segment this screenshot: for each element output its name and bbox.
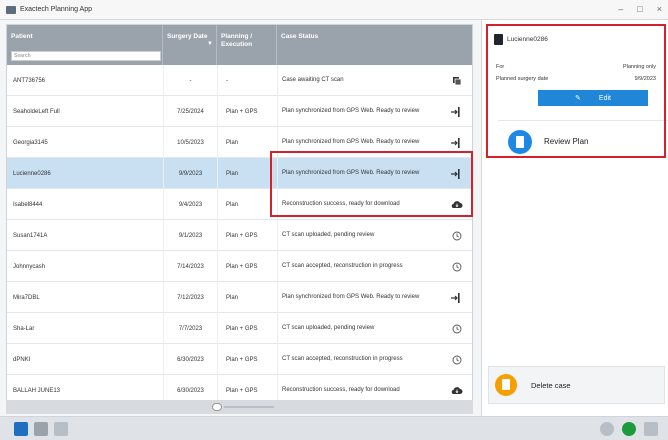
horizontal-scrollbar[interactable]	[6, 400, 473, 414]
clock-icon[interactable]	[443, 344, 471, 375]
patient-filter-input[interactable]: Search	[11, 51, 161, 61]
status-cell: CT scan uploaded, pending review	[277, 313, 447, 344]
table-row[interactable]: Mira7DBL 7/12/2023 Plan Plan synchronized f…	[7, 282, 472, 313]
maximize-icon[interactable]: □	[637, 4, 642, 14]
case-details-panel: Lucienne0286 For Planning only Planned s…	[481, 20, 668, 416]
clock-icon[interactable]	[443, 220, 471, 251]
table-row[interactable]: dPNKI 6/30/2023 Plan + GPS CT scan accepted…	[7, 344, 472, 375]
sort-down-icon[interactable]: ▼	[207, 41, 213, 47]
surgery-date-cell: -	[163, 65, 217, 96]
table-row[interactable]: Susan1741A 9/1/2023 Plan + GPS CT scan uplo…	[7, 220, 472, 251]
upload-icon[interactable]	[14, 422, 28, 436]
surgery-date-cell: 7/25/2024	[163, 96, 217, 127]
planning-cell: Plan	[217, 158, 277, 189]
app-icon	[6, 5, 16, 14]
surgery-date-cell: 7/7/2023	[163, 313, 217, 344]
planning-cell: Plan + GPS	[217, 344, 277, 375]
patient-cell: Isabel8444	[13, 201, 43, 208]
arrow-icon[interactable]	[443, 96, 471, 127]
surgery-date-cell: 10/5/2023	[163, 127, 217, 158]
scroll-track	[224, 406, 274, 408]
cases-table: Patient Search Surgery Date ▼ Planning /…	[6, 24, 473, 414]
table-body: ANT736756- - Case awaiting CT scan Seaholde…	[7, 65, 472, 406]
title-bar: Exactech Planning App – □ ×	[0, 0, 668, 20]
column-header-planning[interactable]: Planning / Execution	[217, 25, 277, 65]
scroll-thumb[interactable]	[212, 403, 222, 411]
patient-cell: Susan1741A	[13, 232, 48, 239]
status-cell: CT scan uploaded, pending review	[277, 220, 447, 251]
delete-case-button[interactable]: Delete case	[488, 366, 665, 404]
help-icon[interactable]	[600, 422, 614, 436]
surgery-date-cell: 7/14/2023	[163, 251, 217, 282]
table-row[interactable]: ANT736756- - Case awaiting CT scan	[7, 65, 472, 96]
planning-cell: Plan	[217, 282, 277, 313]
planning-cell: Plan + GPS	[217, 251, 277, 282]
column-header-status[interactable]: Case Status	[277, 25, 472, 65]
copy-icon[interactable]	[443, 65, 471, 96]
patient-cell: SeaholdeLeft Full	[13, 108, 60, 115]
clock-icon[interactable]	[443, 313, 471, 344]
status-cell: Plan synchronized from GPS Web. Ready to…	[277, 282, 447, 313]
window-controls: – □ ×	[618, 4, 662, 14]
table-row[interactable]: Sha-Lar 7/7/2023 Plan + GPS CT scan uploade…	[7, 313, 472, 344]
status-cell: CT scan accepted, reconstruction in prog…	[277, 344, 447, 375]
surgery-date-cell: 9/1/2023	[163, 220, 217, 251]
surgery-date-cell: 7/12/2023	[163, 282, 217, 313]
patient-cell: ANT736756	[13, 77, 46, 84]
status-cell: Case awaiting CT scan	[277, 65, 447, 96]
patient-cell: Lucienne0286	[13, 170, 51, 177]
table-header: Patient Search Surgery Date ▼ Planning /…	[7, 25, 472, 65]
app-window: Exactech Planning App – □ × Patient Sear…	[0, 0, 668, 440]
table-row[interactable]: SeaholdeLeft Full 7/25/2024 Plan + GPS Plan…	[7, 96, 472, 127]
grid-icon[interactable]	[34, 422, 48, 436]
highlight-box-status	[270, 151, 473, 217]
arrow-icon[interactable]	[443, 282, 471, 313]
patient-cell: Sha-Lar	[13, 325, 35, 332]
planning-cell: Plan	[217, 127, 277, 158]
status-cell: Plan synchronized from GPS Web. Ready to…	[277, 96, 447, 127]
highlight-box-panel	[486, 24, 666, 158]
surgery-date-cell: 9/4/2023	[163, 189, 217, 220]
table-row[interactable]: Johnnycash 7/14/2023 Plan + GPS CT scan acc…	[7, 251, 472, 282]
trash-icon	[495, 374, 517, 396]
sync-status-icon	[622, 422, 636, 436]
bottom-toolbar	[0, 416, 668, 440]
planning-cell: Plan + GPS	[217, 96, 277, 127]
planning-cell: Plan + GPS	[217, 313, 277, 344]
surgery-date-cell: 6/30/2023	[163, 344, 217, 375]
exit-icon[interactable]	[644, 422, 658, 436]
planning-cell: Plan + GPS	[217, 220, 277, 251]
minimize-icon[interactable]: –	[618, 4, 623, 14]
patient-cell: Mira7DBL	[13, 294, 40, 301]
planning-cell: -	[217, 65, 277, 96]
close-icon[interactable]: ×	[657, 4, 662, 14]
patient-cell: Georgia3145	[13, 139, 48, 146]
window-title: Exactech Planning App	[20, 6, 92, 13]
planning-cell: Plan	[217, 189, 277, 220]
surgery-date-cell: 9/9/2023	[163, 158, 217, 189]
patient-cell: dPNKI	[13, 356, 31, 363]
menu-icon[interactable]	[54, 422, 68, 436]
status-cell: CT scan accepted, reconstruction in prog…	[277, 251, 447, 282]
patient-cell: Johnnycash	[13, 263, 46, 270]
clock-icon[interactable]	[443, 251, 471, 282]
